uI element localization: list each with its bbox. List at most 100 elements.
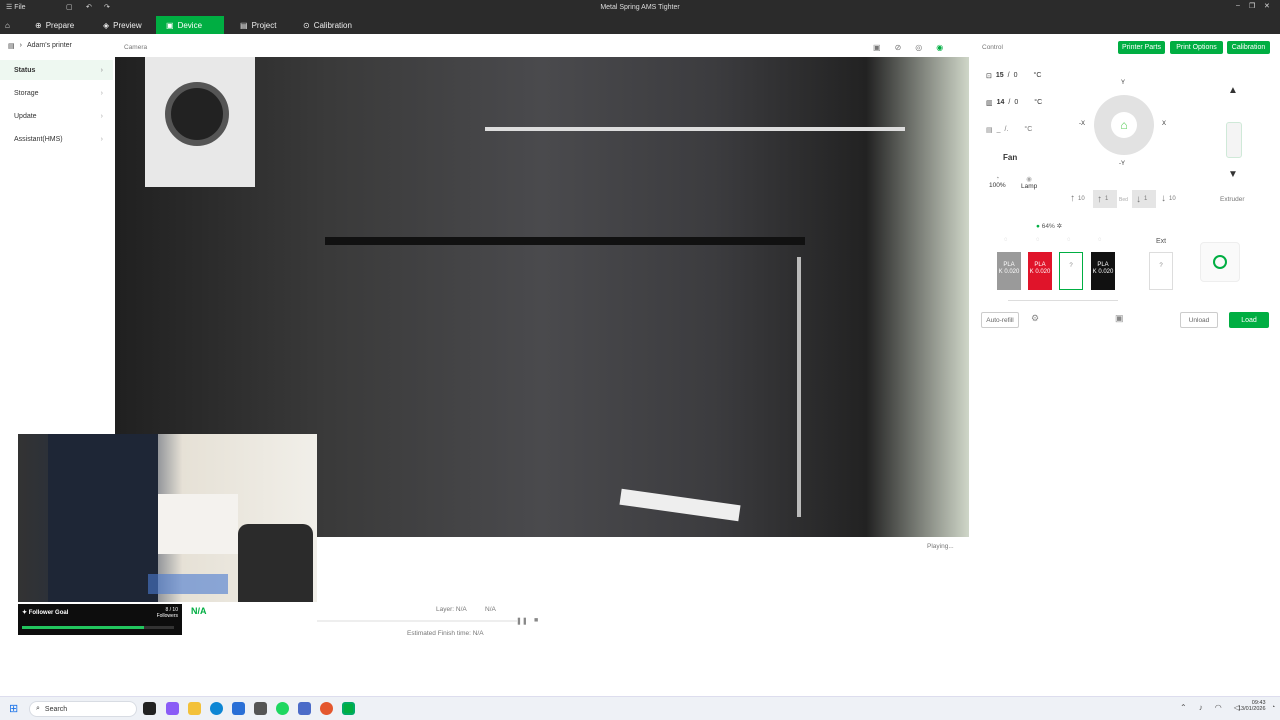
tab-calibration[interactable]: ⊙ Calibration (293, 16, 362, 34)
taskbar-search[interactable]: ⌕ Search (29, 701, 137, 717)
jog-pad[interactable]: ⌂ (1094, 95, 1154, 155)
tab-label: Project (251, 20, 277, 30)
bambu-studio-icon[interactable] (342, 702, 355, 715)
ams-slot-2[interactable]: PLA K 0.020 (1028, 252, 1052, 290)
taskbar: ⊞ ⌕ Search ⌃ ♪ ◠ ◁ 09:43 13/01/2026 ◔ (0, 696, 1280, 720)
spool-k: K 0.020 (998, 269, 1020, 275)
wifi-icon[interactable]: ◠ (1215, 703, 1222, 712)
microphone-icon[interactable]: ♪ (1199, 703, 1203, 712)
estimated-finish: Estimated Finish time: N/A (407, 630, 484, 637)
tab-device[interactable]: ▣ Device (156, 16, 224, 34)
store-icon[interactable] (232, 702, 245, 715)
task-view-icon[interactable] (143, 702, 156, 715)
bed-temp[interactable]: ▥ 14/0 °C (986, 99, 1042, 107)
ams-humidity[interactable]: ● 64% ✲ (1036, 222, 1062, 230)
bed-down-10[interactable]: ↓ 10 (1161, 193, 1176, 204)
pause-icon[interactable]: ❚❚ (516, 617, 528, 625)
ext-spool[interactable]: ? (1149, 252, 1173, 290)
slot-2-indicator-icon: ◌ (1036, 237, 1040, 243)
camera-off-icon[interactable]: ⊘ (895, 43, 902, 52)
start-icon[interactable]: ⊞ (9, 702, 18, 715)
spool-k: K 0.020 (1092, 269, 1114, 275)
bed-up-10[interactable]: ↑ 10 (1070, 193, 1085, 204)
close-icon[interactable]: ✕ (1264, 2, 1270, 10)
sidebar-item-status[interactable]: Status › (0, 60, 113, 80)
sidebar-item-label: Storage (14, 89, 39, 97)
tab-label: Device (177, 20, 203, 30)
playback-status: Playing... (927, 543, 954, 550)
home-axes-icon[interactable]: ⌂ (1111, 112, 1137, 138)
jog-y-minus[interactable]: -Y (1119, 161, 1125, 167)
load-button[interactable]: Load (1229, 312, 1269, 328)
print-options-button[interactable]: Print Options (1170, 41, 1223, 54)
printer-selector[interactable]: ▤ › Adam's printer (8, 42, 72, 50)
follower-goal-track (22, 626, 174, 629)
spool-type: PLA (1034, 262, 1046, 268)
app-icon[interactable] (254, 702, 267, 715)
webcam-overlay (18, 434, 317, 602)
tab-preview[interactable]: ◈ Preview (93, 16, 152, 34)
extruder-label: Extruder (1220, 196, 1245, 203)
arrow-up-icon: ↑ (1097, 193, 1102, 205)
tab-project[interactable]: ▤ Project (230, 16, 286, 34)
speed-control[interactable]: ◔ 100% (989, 175, 1006, 189)
bed-step: 10 (1078, 195, 1085, 202)
follower-goal-unit: Followers (156, 613, 178, 619)
timelapse-icon[interactable]: ◎ (915, 43, 922, 52)
stop-icon[interactable]: ■ (534, 617, 538, 624)
calibration-button[interactable]: Calibration (1227, 41, 1270, 54)
ams-slot-1[interactable]: PLA K 0.020 (997, 252, 1021, 290)
bed-temp-target: 0 (1014, 99, 1019, 106)
unload-button[interactable]: Unload (1180, 312, 1218, 328)
spotify-icon[interactable] (276, 702, 289, 715)
tab-prepare[interactable]: ⊕ Prepare (25, 16, 84, 34)
ams-slot-3[interactable]: ? (1059, 252, 1083, 290)
browser-icon[interactable] (320, 702, 333, 715)
bed-temp-current: 14 (996, 99, 1005, 106)
bed-up-1[interactable]: ↑ 1 (1093, 190, 1117, 208)
nozzle-temp-target: 0 (1013, 72, 1018, 79)
nozzle-temp[interactable]: ⊡ 15/0 °C (986, 72, 1041, 80)
jog-x-minus[interactable]: -X (1079, 121, 1085, 127)
printer-parts-button[interactable]: Printer Parts (1118, 41, 1165, 54)
tab-label: Prepare (45, 20, 75, 30)
loading-ring-icon (1213, 255, 1227, 269)
notification-icon[interactable]: ◔ (1271, 704, 1275, 711)
sidebar-item-assistant[interactable]: Assistant(HMS) › (0, 129, 113, 149)
extruder-down-icon[interactable]: ▼ (1228, 169, 1238, 180)
print-part (619, 488, 741, 522)
home-icon[interactable]: ⌂ (0, 16, 15, 34)
auto-refill-button[interactable]: Auto-refill (981, 312, 1019, 328)
live-view-icon[interactable]: ◉ (936, 43, 943, 52)
ams-settings-icon[interactable]: ⚙ (1031, 313, 1039, 324)
extruder-up-icon[interactable]: ▲ (1228, 85, 1238, 96)
lamp-toggle[interactable]: ◉ Lamp (1021, 175, 1037, 190)
camera-record-icon[interactable]: ▣ (873, 43, 881, 52)
photos-icon[interactable] (298, 702, 311, 715)
sidebar-item-update[interactable]: Update › (0, 106, 113, 126)
print-progress-bar (317, 620, 517, 622)
layer-label: Layer: N/A (436, 606, 467, 613)
sidebar-item-storage[interactable]: Storage › (0, 83, 113, 103)
speed-gauge-icon: ◔ (995, 175, 1000, 182)
calibration-icon: ⊙ (303, 20, 310, 30)
chevron-up-icon[interactable]: ⌃ (1180, 703, 1187, 712)
edge-icon[interactable] (210, 702, 223, 715)
minimize-icon[interactable]: – (1236, 2, 1240, 9)
chevron-right-icon: › (100, 89, 103, 97)
bed-down-1[interactable]: ↓ 1 (1132, 190, 1156, 208)
ams-slot-4[interactable]: PLA K 0.020 (1091, 252, 1115, 290)
copilot-icon[interactable] (166, 702, 179, 715)
feed-path (1008, 300, 1118, 301)
prepare-icon: ⊕ (35, 20, 42, 30)
tab-label: Calibration (313, 20, 352, 30)
jog-y-plus[interactable]: Y (1121, 80, 1125, 86)
humidity-value: 64% (1041, 223, 1055, 230)
follower-goal-widget: ✦ Follower Goal 8 / 10 Followers (18, 604, 182, 635)
file-explorer-icon[interactable] (188, 702, 201, 715)
clock[interactable]: 09:43 13/01/2026 (1238, 700, 1266, 712)
jog-x-plus[interactable]: X (1162, 121, 1166, 127)
arrow-up-icon: ↑ (1070, 193, 1075, 204)
maximize-icon[interactable]: ❐ (1249, 2, 1255, 10)
fan-label[interactable]: Fan (1003, 153, 1017, 162)
